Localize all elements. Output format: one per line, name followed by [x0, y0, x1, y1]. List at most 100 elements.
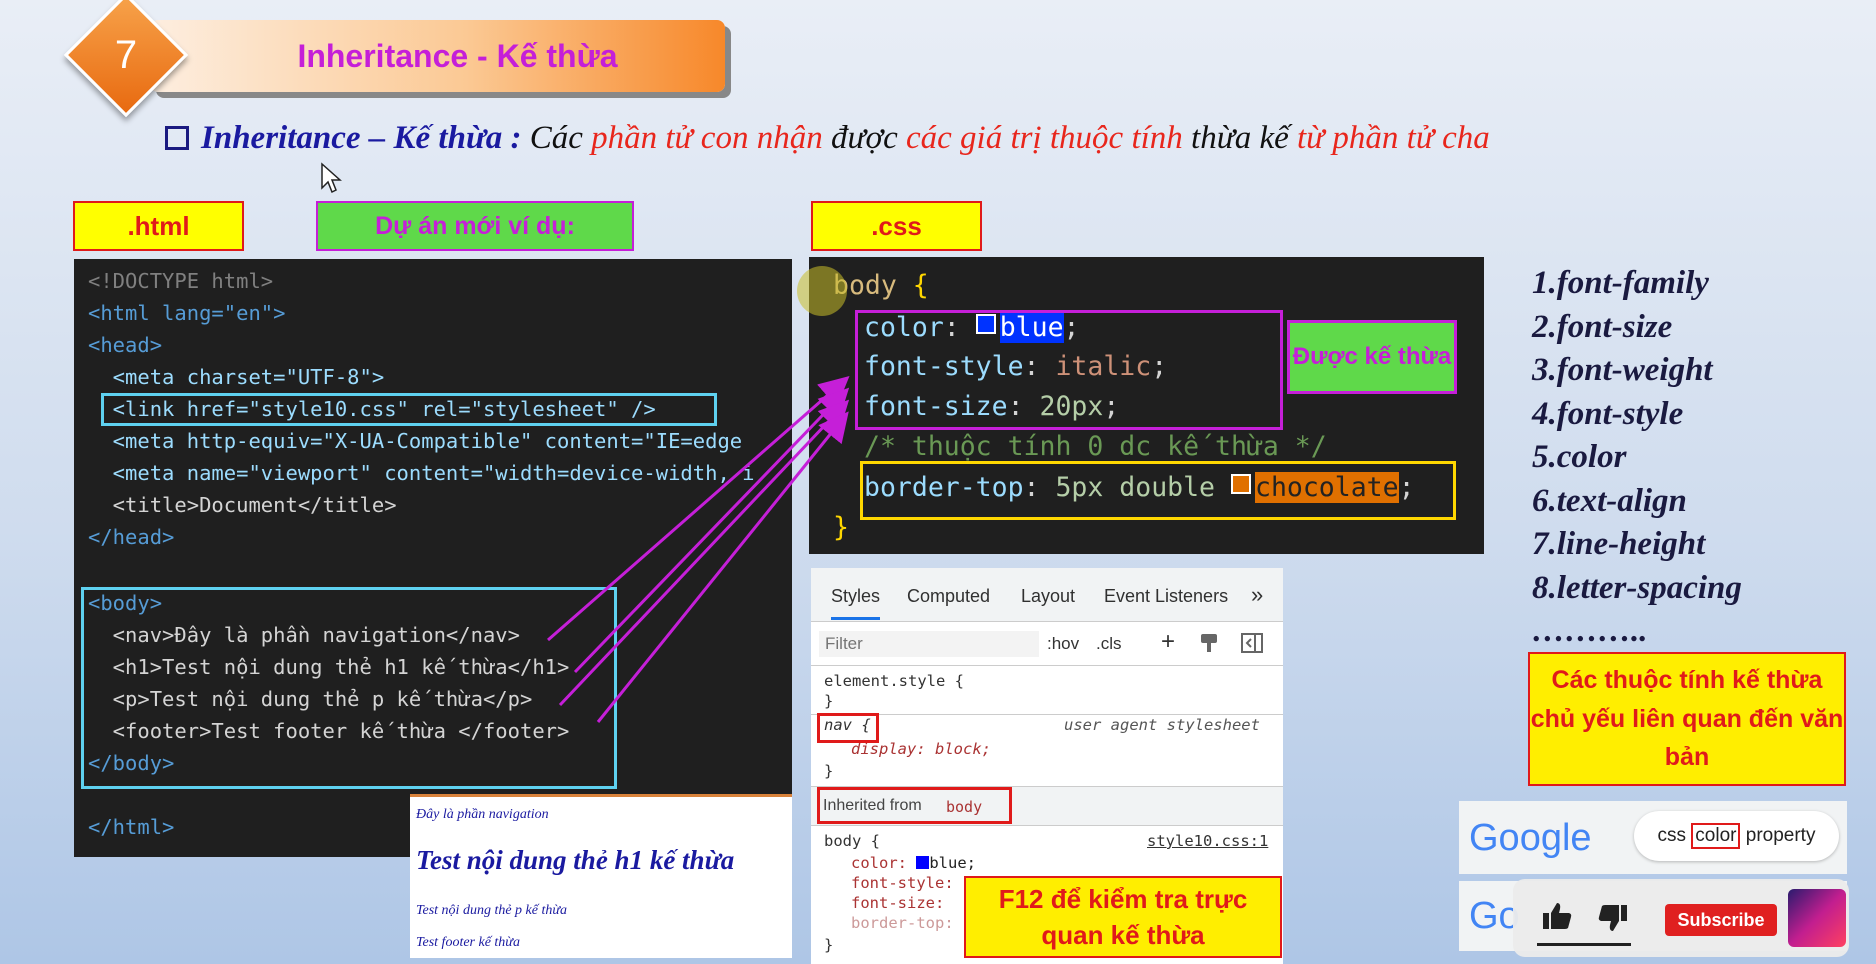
search-text: property — [1740, 825, 1816, 846]
body-color-rule: color: blue; — [851, 854, 976, 872]
property-item: 6.text-align — [1532, 482, 1687, 519]
css-file-label: .css — [811, 201, 982, 251]
code-line: <!DOCTYPE html> — [88, 271, 273, 292]
definition-highlight: các giá trị thuộc tính — [905, 120, 1183, 156]
css-selector-line: body { — [833, 270, 929, 301]
property-item: 5.color — [1532, 439, 1627, 475]
css-brace: } — [833, 512, 849, 543]
toggle-sidebar-icon[interactable] — [1241, 633, 1263, 653]
tab-styles[interactable]: Styles — [831, 586, 881, 620]
filter-input[interactable] — [819, 631, 1039, 657]
rule-close: } — [824, 762, 834, 780]
user-agent-source: user agent stylesheet — [1064, 716, 1260, 734]
property-item: 7.line-height — [1532, 526, 1706, 562]
code-line: <head> — [88, 335, 162, 356]
code-text: <title>Document</title> — [88, 493, 397, 517]
code-text: </head> — [88, 525, 175, 549]
preview-h1: Test nội dung thẻ h1 kế thừa — [416, 845, 735, 875]
mouse-pointer-icon — [321, 162, 342, 194]
inherited-highlight-box — [817, 787, 1012, 824]
cls-button[interactable]: .cls — [1096, 634, 1122, 654]
code-line: <title>Document</title> — [88, 495, 397, 516]
code-text: <html lang="en"> — [88, 301, 286, 325]
rule-prop: color: — [851, 854, 907, 872]
preview-footer: Test footer kế thừa — [416, 935, 520, 950]
code-line: </head> — [88, 527, 174, 548]
checkbox-bullet-icon — [165, 126, 189, 150]
code-line: </html> — [88, 817, 174, 838]
thumbs-down-icon[interactable] — [1597, 903, 1629, 933]
subscribe-button[interactable]: Subscribe — [1665, 904, 1777, 936]
body-style-rule: font-style: — [851, 874, 954, 892]
body-size-rule: font-size: — [851, 894, 945, 912]
code-text: <!DOCTYPE html> — [88, 269, 274, 293]
nav-highlight-box — [817, 713, 879, 743]
html-file-label: .html — [73, 201, 244, 251]
css-brace: { — [912, 270, 929, 301]
tab-computed[interactable]: Computed — [907, 586, 990, 607]
source-link[interactable]: style10.css:1 — [1147, 832, 1268, 850]
body-highlight-box — [81, 587, 617, 789]
main-properties-note: Các thuộc tính kế thừa chủ yếu liên quan… — [1528, 652, 1846, 786]
code-text: <meta name="viewport" content="width=dev… — [88, 461, 755, 485]
code-text: <head> — [88, 333, 163, 357]
code-text: <meta http-equiv="X-UA-Compatible" conte… — [88, 429, 743, 453]
definition-text: thừa kế — [1182, 120, 1297, 156]
definition-text: Các — [529, 120, 592, 156]
devtools-tabs: Styles Computed Layout Event Listeners » — [811, 568, 1283, 622]
preview-p: Test nội dung thẻ p kế thừa — [416, 903, 567, 918]
css-comment: /* thuộc tính 0 dc kế thừa */ — [864, 431, 1327, 462]
divider — [811, 825, 1283, 826]
title-bar: Inheritance - Kế thừa — [150, 20, 725, 92]
youtube-action-bar: Subscribe — [1513, 879, 1849, 957]
tab-event-listeners[interactable]: Event Listeners — [1104, 586, 1228, 607]
inherited-property-list: 1.font-family 2.font-size 3.font-weight … — [1532, 262, 1742, 654]
rule-value: blue; — [929, 854, 977, 872]
color-swatch-icon[interactable] — [916, 856, 930, 869]
non-inherited-props-box — [860, 461, 1456, 520]
element-style-rule: element.style { — [824, 672, 964, 690]
search-highlight: color — [1691, 823, 1741, 849]
code-line: <meta http-equiv="X-UA-Compatible" conte… — [88, 431, 742, 452]
more-tabs-icon[interactable]: » — [1251, 582, 1263, 608]
add-rule-icon[interactable]: + — [1161, 628, 1175, 656]
body-border-rule: border-top: — [851, 914, 954, 932]
code-text: </html> — [88, 815, 175, 839]
rule-close: } — [824, 936, 834, 954]
filter-row: :hov .cls + — [811, 622, 1283, 666]
google-search-card: Google css color property — [1459, 801, 1847, 874]
definition-term: Inheritance – Kế thừa : — [201, 120, 530, 156]
rule-close: } — [824, 692, 834, 710]
definition-highlight: phần tử con nhận — [591, 120, 823, 156]
thumbs-up-icon[interactable] — [1541, 901, 1573, 931]
css-comment-line: /* thuộc tính 0 dc kế thừa */ — [864, 431, 1327, 462]
google-search-box[interactable]: css color property — [1634, 811, 1839, 861]
hov-button[interactable]: :hov — [1047, 634, 1079, 654]
property-item: ……….. — [1532, 613, 1648, 649]
project-label: Dự án mới ví dụ: — [316, 201, 634, 251]
cursor-highlight — [797, 266, 847, 316]
css-close-line: } — [833, 512, 849, 543]
google-logo: Google — [1469, 817, 1592, 859]
page-title: Inheritance - Kế thừa — [297, 37, 618, 74]
definition-highlight: từ phần tử cha — [1297, 120, 1490, 156]
property-item: 1.font-family — [1532, 265, 1709, 301]
property-item: 8.letter-spacing — [1532, 569, 1742, 606]
property-item: 2.font-size — [1532, 308, 1673, 345]
definition-text: được — [822, 120, 906, 156]
paint-icon[interactable] — [1199, 632, 1219, 654]
like-underline — [1537, 943, 1631, 946]
code-text: <meta charset="UTF-8"> — [88, 365, 385, 389]
channel-avatar[interactable] — [1788, 889, 1846, 947]
inherited-label: Được kế thừa — [1287, 320, 1457, 394]
f12-note: F12 để kiểm tra trực quan kế thừa — [964, 876, 1282, 958]
badge-number: 7 — [114, 32, 138, 77]
search-text: css — [1657, 825, 1692, 846]
property-item: 3.font-weight — [1532, 352, 1713, 388]
code-line: <meta name="viewport" content="width=dev… — [88, 461, 755, 485]
link-highlight-box — [101, 393, 717, 426]
tab-layout[interactable]: Layout — [1021, 586, 1075, 607]
code-line: <html lang="en"> — [88, 303, 285, 324]
body-selector: body { — [824, 832, 880, 850]
code-line: <meta charset="UTF-8"> — [88, 365, 385, 389]
